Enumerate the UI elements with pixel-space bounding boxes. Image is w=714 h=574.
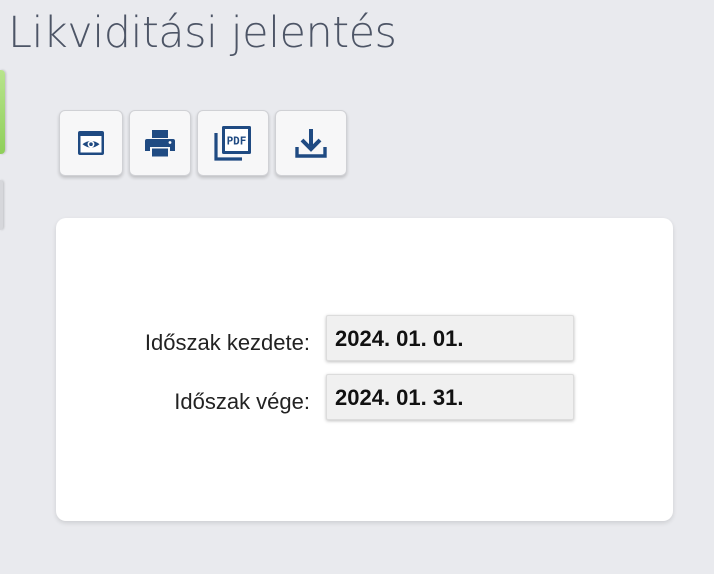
print-button[interactable] bbox=[129, 110, 191, 176]
eye-icon bbox=[76, 128, 106, 158]
pdf-button[interactable]: PDF bbox=[197, 110, 269, 176]
report-parameters-card: Időszak kezdete: 2024. 01. 01. Időszak v… bbox=[56, 218, 673, 521]
end-date-field[interactable]: 2024. 01. 31. bbox=[326, 374, 574, 420]
end-row: Időszak vége: bbox=[56, 379, 310, 425]
printer-icon bbox=[144, 128, 176, 158]
start-row: Időszak kezdete: bbox=[56, 320, 310, 366]
pdf-icon: PDF bbox=[212, 123, 254, 163]
side-panel-tab-green[interactable] bbox=[0, 70, 5, 154]
download-button[interactable] bbox=[275, 110, 347, 176]
preview-button[interactable] bbox=[59, 110, 123, 176]
start-date-field[interactable]: 2024. 01. 01. bbox=[326, 315, 574, 361]
side-panel-tab-gray[interactable] bbox=[0, 180, 3, 230]
start-date-label: Időszak kezdete: bbox=[144, 330, 310, 355]
pdf-icon-label: PDF bbox=[227, 135, 247, 148]
download-icon bbox=[294, 127, 328, 159]
end-date-label: Időszak vége: bbox=[174, 389, 310, 414]
page: Likviditási jelentés PDF Időszak kezdete… bbox=[0, 0, 714, 574]
page-title: Likviditási jelentés bbox=[8, 8, 397, 58]
